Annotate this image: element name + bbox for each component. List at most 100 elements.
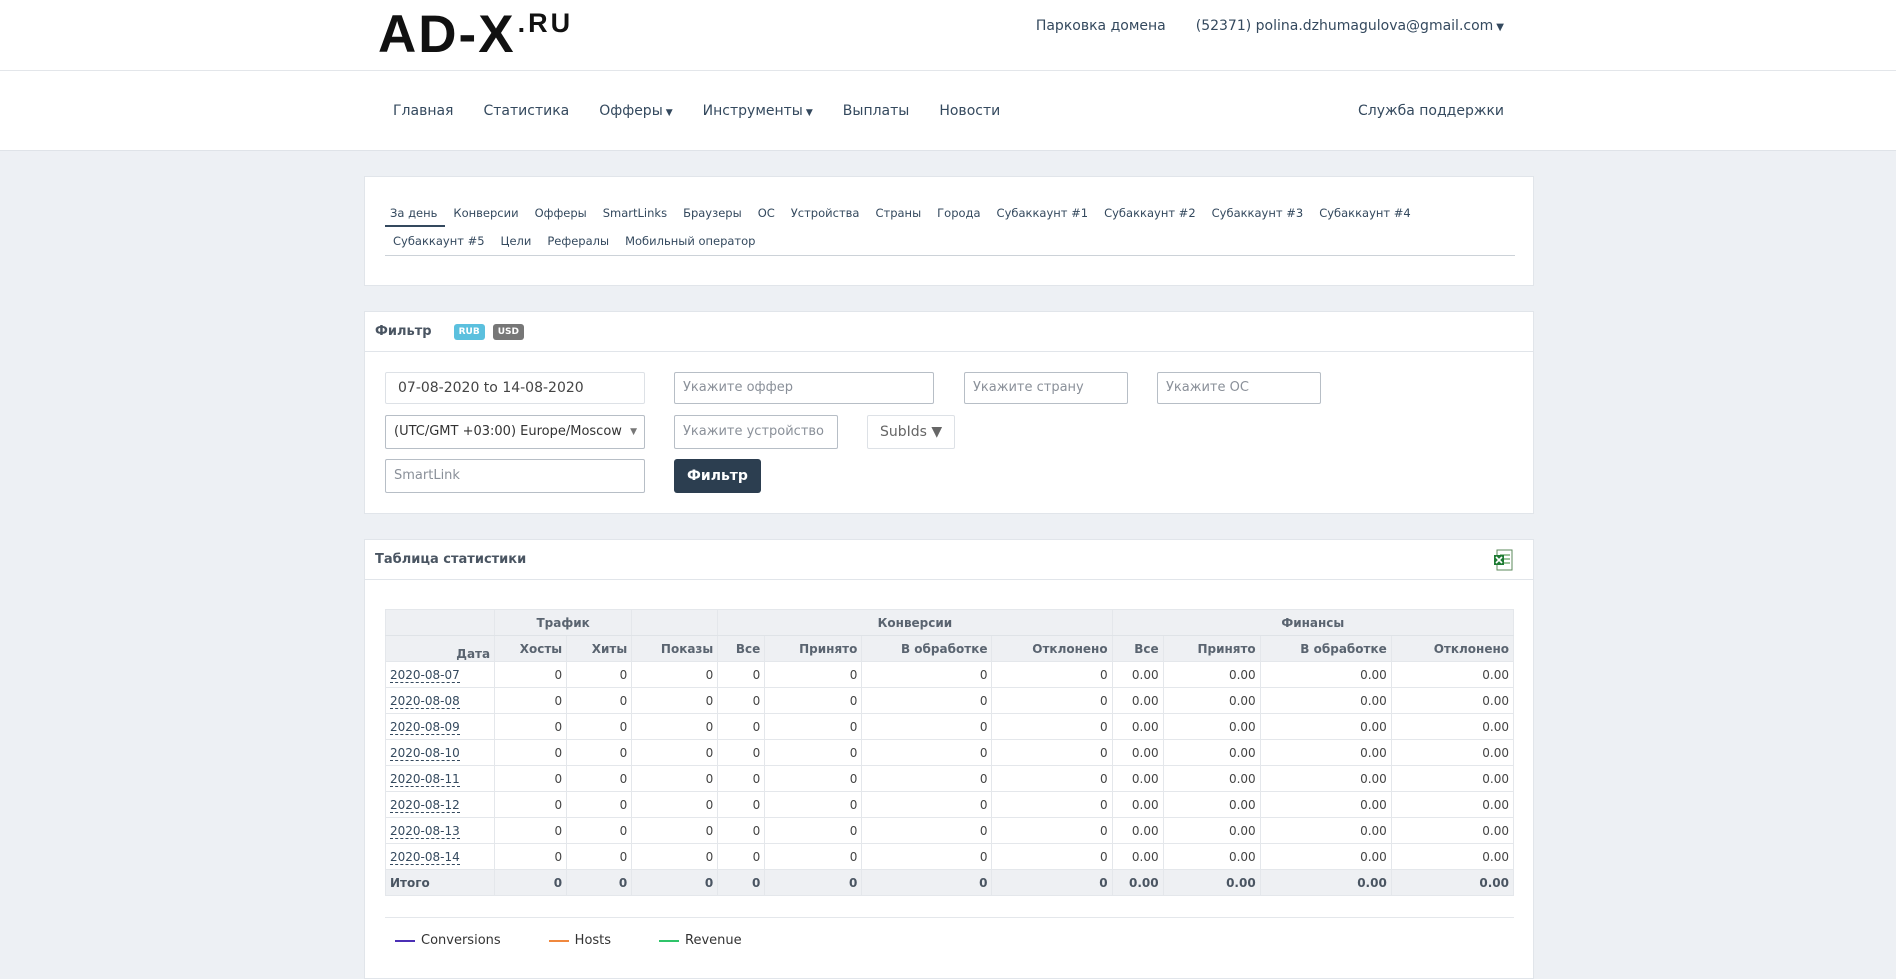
group-traffic: Трафик (494, 609, 633, 636)
nav-item-statistics[interactable]: Статистика (468, 103, 584, 119)
date-cell: 2020-08-09 (384, 713, 496, 740)
filter-button[interactable]: Фильтр (674, 459, 761, 493)
date-link[interactable]: 2020-08-13 (390, 823, 460, 839)
tab-countries[interactable]: Страны (867, 199, 929, 227)
date-link[interactable]: 2020-08-12 (390, 797, 460, 813)
legend-label: Revenue (685, 933, 742, 948)
column-header[interactable]: Все (717, 635, 766, 662)
tab-devices[interactable]: Устройства (783, 199, 868, 227)
legend-item[interactable]: Conversions (395, 933, 501, 948)
tab-conversions[interactable]: Конверсии (445, 199, 526, 227)
top-header: AD-X .RU Парковка домена (52371) polina.… (0, 0, 1896, 71)
column-header[interactable]: Все (1111, 635, 1164, 662)
tab-referrals[interactable]: Рефералы (539, 227, 617, 255)
report-tabs-panel: За день Конверсии Офферы SmartLinks Брау… (364, 176, 1534, 286)
tab-subaccount-2[interactable]: Субаккаунт #2 (1096, 199, 1204, 227)
table-row: 2020-08-14 0 0 0 0 0 0 0 0.00 0.00 0.00 0.00 (384, 843, 1515, 870)
date-range-input[interactable]: 07-08-2020 to 14-08-2020 (385, 372, 645, 404)
country-input[interactable]: Укажите страну (964, 372, 1128, 404)
legend-swatch (659, 939, 680, 942)
smartlink-input[interactable]: SmartLink (385, 459, 645, 493)
domain-parking-link[interactable]: Парковка домена (1036, 18, 1166, 34)
tab-mobile-operator[interactable]: Мобильный оператор (617, 227, 763, 255)
column-header[interactable]: Принято (764, 635, 863, 662)
table-cell: 0 (494, 713, 568, 740)
date-cell: 2020-08-07 (384, 661, 496, 688)
total-cell: 0.00 (1259, 869, 1392, 896)
offer-input[interactable]: Укажите оффер (674, 372, 934, 404)
table-cell: 0.00 (1390, 791, 1515, 818)
table-cell: 0.00 (1111, 687, 1164, 714)
tab-subaccount-5[interactable]: Субаккаунт #5 (385, 227, 493, 255)
table-cell: 0 (861, 817, 993, 844)
tab-smartlinks[interactable]: SmartLinks (595, 199, 675, 227)
date-link[interactable]: 2020-08-08 (390, 693, 460, 709)
nav-item-offers[interactable]: Офферы ▼ (584, 103, 687, 119)
subids-toggle[interactable]: SubIds ▼ (867, 415, 956, 449)
total-cell: 0 (717, 869, 766, 896)
table-cell: 0 (494, 661, 568, 688)
currency-rub-badge[interactable]: RUB (453, 323, 485, 340)
tab-browsers[interactable]: Браузеры (675, 199, 750, 227)
device-input[interactable]: Укажите устройство (674, 415, 838, 449)
table-cell: 0.00 (1162, 739, 1261, 766)
table-cell: 0 (717, 687, 766, 714)
date-cell: 2020-08-08 (384, 687, 496, 714)
tab-offers[interactable]: Офферы (527, 199, 595, 227)
tab-subaccount-3[interactable]: Субаккаунт #3 (1204, 199, 1312, 227)
table-cell: 0 (764, 817, 863, 844)
table-row: 2020-08-13 0 0 0 0 0 0 0 0.00 0.00 0.00 0.00 (384, 817, 1515, 844)
currency-usd-badge[interactable]: USD (492, 323, 524, 340)
tab-subaccount-4[interactable]: Субаккаунт #4 (1311, 199, 1419, 227)
table-cell: 0 (566, 765, 633, 792)
excel-export-icon[interactable] (1493, 549, 1513, 571)
date-link[interactable]: 2020-08-14 (390, 849, 460, 865)
legend-item[interactable]: Revenue (659, 933, 742, 948)
table-cell: 0 (494, 791, 568, 818)
column-header[interactable]: Принято (1162, 635, 1261, 662)
stats-table: Трафик Конверсии Финансы Дата Хосты Хиты По… (384, 609, 1515, 896)
column-header[interactable]: Отклонено (991, 635, 1113, 662)
date-link[interactable]: 2020-08-10 (390, 745, 460, 761)
date-link[interactable]: 2020-08-09 (390, 719, 460, 735)
account-menu[interactable]: (52371) polina.dzhumagulova@gmail.com ▼ (1196, 18, 1504, 34)
support-link[interactable]: Служба поддержки (1358, 103, 1504, 119)
tab-cities[interactable]: Города (929, 199, 988, 227)
column-header[interactable]: В обработке (861, 635, 993, 662)
total-cell: 0 (991, 869, 1113, 896)
tab-by-day[interactable]: За день (385, 199, 446, 227)
column-header[interactable]: Отклонено (1390, 635, 1515, 662)
date-link[interactable]: 2020-08-07 (390, 667, 460, 683)
column-header[interactable]: Показы (631, 635, 719, 662)
nav-item-tools[interactable]: Инструменты ▼ (688, 103, 828, 119)
filter-panel: Фильтр RUB USD 07-08-2020 to 14-08-2020 … (364, 311, 1534, 514)
brand-logo[interactable]: AD-X .RU (378, 8, 573, 62)
os-input[interactable]: Укажите ОС (1157, 372, 1321, 404)
table-cell: 0.00 (1390, 765, 1515, 792)
table-cell: 0 (566, 739, 633, 766)
timezone-select[interactable]: (UTC/GMT +03:00) Europe/Moscow ▼ (385, 415, 645, 449)
column-header[interactable]: Хосты (494, 635, 568, 662)
table-cell: 0 (764, 791, 863, 818)
table-cell: 0 (991, 791, 1113, 818)
tab-goals[interactable]: Цели (493, 227, 540, 255)
nav-item-payouts[interactable]: Выплаты (828, 103, 925, 119)
total-cell: 0 (764, 869, 863, 896)
column-header[interactable]: Хиты (566, 635, 633, 662)
nav-item-home[interactable]: Главная (378, 103, 468, 119)
column-header[interactable]: В обработке (1259, 635, 1392, 662)
legend-item[interactable]: Hosts (548, 933, 611, 948)
caret-down-icon: ▼ (805, 108, 813, 118)
tab-subaccount-1[interactable]: Субаккаунт #1 (989, 199, 1097, 227)
total-label: Итого (384, 869, 496, 896)
column-header[interactable]: Дата (384, 635, 496, 662)
table-cell: 0 (631, 739, 719, 766)
nav-item-news[interactable]: Новости (924, 103, 1015, 119)
tab-os[interactable]: ОС (750, 199, 783, 227)
table-cell: 0.00 (1259, 817, 1392, 844)
stats-panel: Таблица статистики Трафик Конверсии Фина… (364, 539, 1534, 979)
table-cell: 0 (566, 843, 633, 870)
date-link[interactable]: 2020-08-11 (390, 771, 460, 787)
table-cell: 0.00 (1162, 687, 1261, 714)
table-cell: 0 (861, 739, 993, 766)
